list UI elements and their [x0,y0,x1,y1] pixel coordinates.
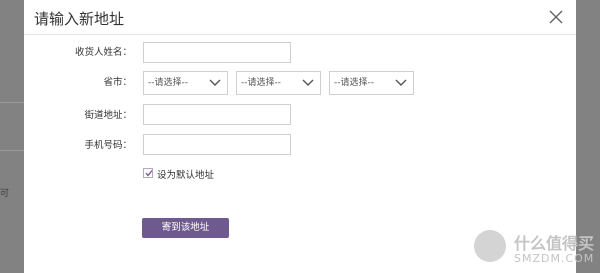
district-select-value: --请选择-- [334,78,374,88]
province-city-label: 省市： [103,77,132,88]
watermark-logo-icon [474,230,506,262]
background-text: 可 [0,189,10,199]
street-address-row: 街道地址： [24,104,576,128]
modal-title: 请输入新地址 [34,10,125,28]
district-select[interactable]: --请选择-- [329,71,414,95]
chevron-down-icon [302,79,314,86]
default-address-label: 设为默认地址 [157,170,215,181]
province-select[interactable]: --请选择-- [143,71,228,95]
chevron-down-icon [395,79,407,86]
chevron-down-icon [209,79,221,86]
modal-header: 请输入新地址 [24,0,576,35]
province-city-row: 省市： --请选择-- --请选择-- --请选择-- [24,71,576,95]
checkmark-icon [145,170,153,177]
background-divider [0,102,24,103]
province-select-value: --请选择-- [148,78,188,88]
watermark-url: SMZDM.COM [514,252,595,265]
recipient-name-label: 收货人姓名： [74,47,132,58]
phone-input[interactable] [143,134,291,155]
recipient-name-row: 收货人姓名： [24,41,576,65]
street-address-input[interactable] [143,104,291,125]
street-address-label: 街道地址： [84,110,132,121]
phone-label: 手机号码： [84,140,132,151]
recipient-name-input[interactable] [143,42,291,63]
submit-address-button[interactable]: 寄到该地址 [142,218,229,238]
background-page-left [0,0,24,273]
watermark: 什么值得买 SMZDM.COM [474,228,594,270]
watermark-logo-text: 什么值得买 [514,234,595,253]
default-address-checkbox[interactable] [143,168,153,178]
city-select-value: --请选择-- [241,78,281,88]
city-select[interactable]: --请选择-- [236,71,321,95]
close-icon[interactable] [548,9,564,25]
background-divider [0,150,24,151]
phone-row: 手机号码： [24,134,576,158]
